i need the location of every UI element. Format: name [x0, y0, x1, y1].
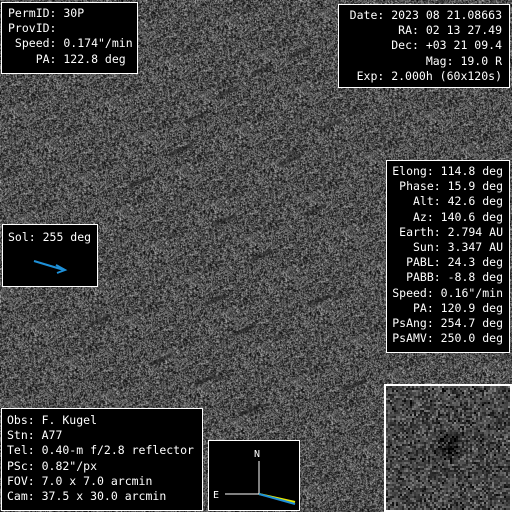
- psamv-line: PsAMV: 250.0 deg: [392, 331, 503, 346]
- eph-pa-line: PA: 120.9 deg: [412, 300, 503, 315]
- sol-label: Sol: 255 deg: [8, 230, 92, 244]
- sun-line: Sun: 3.347 AU: [412, 239, 503, 254]
- pa-line: PA: 122.8 deg: [8, 51, 126, 66]
- cam-line: Cam: 37.5 x 30.0 arcmin: [7, 488, 167, 503]
- date-line: Date: 2023 08 21.08663: [349, 8, 502, 22]
- pabb-line: PABB: -8.8 deg: [406, 270, 503, 285]
- east-label: E: [213, 490, 219, 501]
- obs-line: Obs: F. Kugel: [7, 413, 98, 427]
- speed-line: Speed: 0.174"/min: [8, 36, 133, 51]
- ra-line: RA: 02 13 27.49: [398, 23, 502, 38]
- orientation-compass: N E: [208, 440, 300, 511]
- exp-line: Exp: 2.000h (60x120s): [356, 68, 502, 83]
- eph-speed-line: Speed: 0.16"/min: [392, 285, 503, 300]
- ephemeris-panel: Elong: 114.8 deg Phase: 15.9 deg Alt: 42…: [386, 160, 510, 353]
- tel-line: Tel: 0.40-m f/2.8 reflector: [7, 443, 194, 458]
- permid-line: PermID: 30P: [8, 6, 85, 20]
- north-label: N: [254, 449, 260, 460]
- pabl-line: PABL: 24.3 deg: [406, 255, 503, 270]
- elong-line: Elong: 114.8 deg: [392, 164, 503, 178]
- sun-direction-arrow-icon: [33, 260, 68, 274]
- alt-line: Alt: 42.6 deg: [412, 194, 503, 209]
- earth-line: Earth: 2.794 AU: [399, 224, 503, 239]
- psang-line: PsAng: 254.7 deg: [392, 315, 503, 330]
- observation-panel: Date: 2023 08 21.08663 RA: 02 13 27.49 D…: [338, 4, 510, 88]
- object-id-panel: PermID: 30P ProvID: Speed: 0.174"/min PA…: [1, 2, 138, 74]
- stn-line: Stn: A77: [7, 428, 63, 443]
- observer-panel: Obs: F. Kugel Stn: A77 Tel: 0.40-m f/2.8…: [1, 408, 203, 511]
- phase-line: Phase: 15.9 deg: [399, 179, 503, 194]
- comet-image-frame: PermID: 30P ProvID: Speed: 0.174"/min PA…: [0, 0, 512, 512]
- compass-rose-icon: N E: [213, 449, 296, 505]
- az-line: Az: 140.6 deg: [412, 209, 503, 224]
- zoomed-nucleus-image: [386, 386, 510, 510]
- provid-line: ProvID:: [8, 21, 57, 36]
- psc-line: PSc: 0.82"/px: [7, 458, 98, 473]
- dec-line: Dec: +03 21 09.4: [391, 38, 502, 53]
- fov-line: FOV: 7.0 x 7.0 arcmin: [7, 473, 153, 488]
- sun-direction-panel: Sol: 255 deg: [2, 224, 98, 287]
- comet-zoom-inset: [384, 384, 512, 512]
- motion-vector-line: [258, 493, 296, 505]
- mag-line: Mag: 19.0 R: [425, 53, 502, 68]
